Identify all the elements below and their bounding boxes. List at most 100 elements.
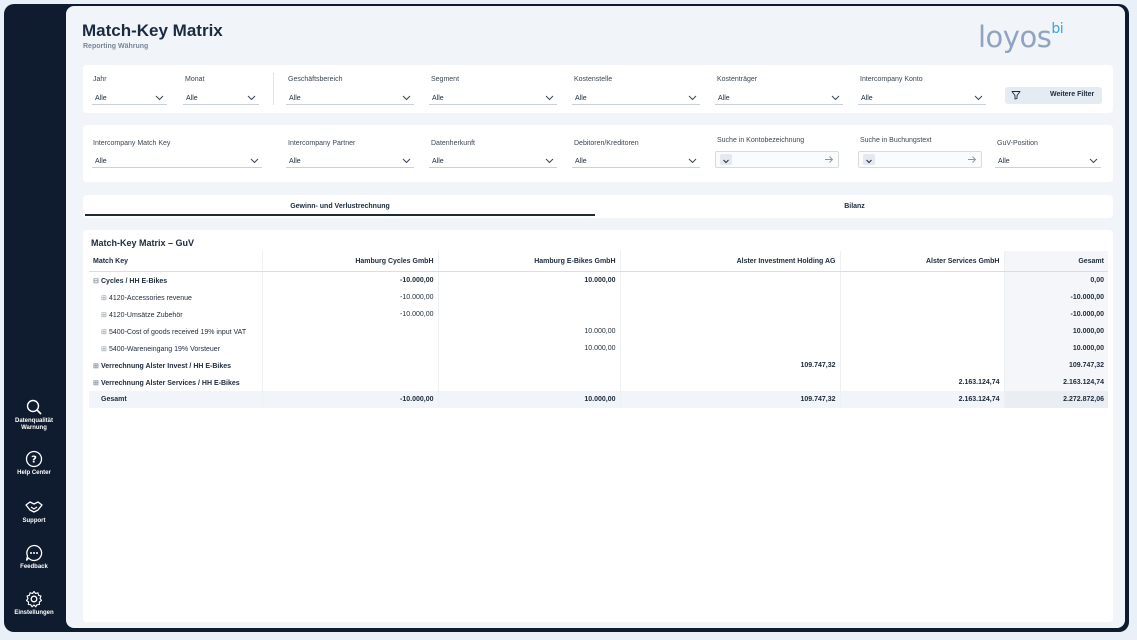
collapse-icon[interactable]: ⊟ — [93, 277, 99, 285]
chevron-down-icon — [155, 95, 164, 101]
cell — [840, 323, 1005, 340]
table-row[interactable]: ⊞ 5400-Wareneingang 19% Vorsteuer 10.000,… — [89, 340, 1108, 357]
row-label: 5400-Wareneingang 19% Vorsteuer — [109, 345, 221, 353]
cell — [620, 340, 841, 357]
row-label: 4120-Accessories revenue — [109, 294, 192, 302]
chevron-down-icon — [1089, 158, 1098, 164]
chevron-down-icon — [545, 95, 554, 101]
column-header[interactable]: Hamburg Cycles GmbH — [262, 251, 439, 272]
column-header[interactable]: Match Key — [89, 251, 263, 272]
table-row[interactable]: ⊞ Verrechnung Alster Invest / HH E-Bikes … — [89, 357, 1108, 374]
column-header[interactable]: Gesamt — [1004, 251, 1108, 272]
column-header[interactable]: Alster Services GmbH — [840, 251, 1005, 272]
cell — [620, 374, 841, 391]
expand-icon[interactable]: ⊞ — [101, 294, 107, 302]
filter-datenherkunft[interactable]: Alle — [429, 155, 557, 168]
filter-label-kostenstelle: Kostenstelle — [574, 76, 613, 83]
question-icon: ? — [25, 450, 43, 468]
filter-segment[interactable]: Alle — [429, 92, 557, 105]
total-label: Gesamt — [89, 391, 263, 408]
filter-kostentraeger[interactable]: Alle — [715, 92, 843, 105]
column-header[interactable]: Hamburg E-Bikes GmbH — [438, 251, 621, 272]
table-row[interactable]: ⊞ Verrechnung Alster Services / HH E-Bike… — [89, 374, 1108, 391]
cell: 2.163.124,74 — [840, 391, 1005, 408]
nav-feedback[interactable]: Feedback — [4, 544, 64, 571]
filter-label-guv-position: GuV-Position — [997, 140, 1038, 147]
column-header[interactable]: Alster Investment Holding AG — [620, 251, 841, 272]
main-panel: Match-Key Matrix Reporting Währung loyos… — [66, 6, 1125, 628]
nav-label: Einstellungen — [14, 610, 54, 616]
cell — [840, 271, 1005, 289]
filter-jahr[interactable]: Alle — [92, 92, 167, 105]
handshake-icon — [25, 501, 43, 513]
nav-help-center[interactable]: ? Help Center — [4, 450, 64, 477]
table-header-row: Match Key Hamburg Cycles GmbH Hamburg E-… — [89, 251, 1108, 272]
cell — [438, 374, 621, 391]
arrow-right-icon[interactable] — [824, 155, 834, 164]
search-mode-dropdown[interactable] — [863, 154, 875, 165]
filter-ic-konto[interactable]: Alle — [858, 92, 986, 105]
cell: 2.163.124,74 — [840, 374, 1005, 391]
cell: 10.000,00 — [438, 271, 621, 289]
filter-label-geschaeftsbereich: Geschäftsbereich — [288, 76, 343, 83]
more-filters-label: Weitere Filter — [1050, 91, 1095, 98]
chevron-down-icon — [545, 158, 554, 164]
row-label: Cycles / HH E-Bikes — [101, 277, 168, 285]
tab-bilanz[interactable]: Bilanz — [598, 195, 1111, 218]
cell: 109.747,32 — [620, 391, 841, 408]
cell — [262, 357, 439, 374]
filter-debitoren[interactable]: Alle — [572, 155, 700, 168]
nav-support[interactable]: Support — [4, 498, 64, 525]
filter-label-segment: Segment — [431, 76, 460, 83]
table-row[interactable]: ⊞ 5400-Cost of goods received 19% input V… — [89, 323, 1108, 340]
nav-label: Help Center — [17, 470, 51, 476]
filter-label-jahr: Jahr — [93, 76, 107, 83]
chevron-down-icon — [402, 158, 411, 164]
sidebar: Datenqualität Warnung ? Help Center Supp… — [4, 4, 64, 632]
cell — [620, 271, 841, 289]
filter-monat[interactable]: Alle — [183, 92, 259, 105]
cell: -10.000,00 — [1004, 289, 1108, 306]
gear-icon — [25, 590, 43, 608]
filter-bar-2: Intercompany Match Key Alle Intercompany… — [83, 125, 1113, 182]
cell: 10.000,00 — [438, 323, 621, 340]
active-tab-indicator — [85, 214, 595, 216]
more-filters-button[interactable]: Weitere Filter — [1005, 87, 1102, 104]
cell — [620, 306, 841, 323]
nav-label: Support — [22, 518, 46, 524]
expand-icon[interactable]: ⊞ — [93, 379, 99, 387]
expand-icon[interactable]: ⊞ — [101, 311, 107, 319]
expand-icon[interactable]: ⊞ — [101, 328, 107, 336]
chevron-down-icon — [831, 95, 840, 101]
cell: 10.000,00 — [1004, 340, 1108, 357]
cell: 10.000,00 — [438, 391, 621, 408]
nav-einstellungen[interactable]: Einstellungen — [4, 590, 64, 617]
filter-ic-partner[interactable]: Alle — [286, 155, 414, 168]
nav-datenqualitaet[interactable]: Datenqualität Warnung — [4, 398, 64, 432]
row-label: 4120-Umsätze Zubehör — [109, 311, 183, 319]
filter-kostenstelle[interactable]: Alle — [572, 92, 700, 105]
table-row[interactable]: ⊞ 4120-Umsätze Zubehör -10.000,00 -10.000… — [89, 306, 1108, 323]
arrow-right-icon[interactable] — [967, 155, 977, 164]
cell — [840, 340, 1005, 357]
app-frame: Datenqualität Warnung ? Help Center Supp… — [4, 4, 1129, 632]
cell: -10.000,00 — [1004, 306, 1108, 323]
cell — [438, 306, 621, 323]
search-kontobezeichnung[interactable] — [715, 151, 839, 168]
search-mode-dropdown[interactable] — [720, 154, 732, 165]
matrix-card: Match-Key Matrix – GuV Match Key Hamburg… — [83, 230, 1113, 622]
expand-icon[interactable]: ⊞ — [101, 345, 107, 353]
search-buchungstext[interactable] — [858, 151, 982, 168]
svg-text:?: ? — [31, 455, 37, 466]
filter-label-suche-buchung: Suche in Buchungstext — [860, 137, 932, 144]
table-row[interactable]: ⊞ 4120-Accessories revenue -10.000,00 -10… — [89, 289, 1108, 306]
divider — [273, 73, 274, 105]
filter-guv-position[interactable]: Alle — [995, 155, 1101, 168]
chevron-down-icon — [688, 95, 697, 101]
cell — [438, 289, 621, 306]
expand-icon[interactable]: ⊞ — [93, 362, 99, 370]
table-row[interactable]: ⊟ Cycles / HH E-Bikes -10.000,00 10.000,0… — [89, 271, 1108, 289]
page-subtitle: Reporting Währung — [83, 43, 149, 50]
filter-geschaeftsbereich[interactable]: Alle — [286, 92, 414, 105]
filter-ic-match-key[interactable]: Alle — [92, 155, 262, 168]
